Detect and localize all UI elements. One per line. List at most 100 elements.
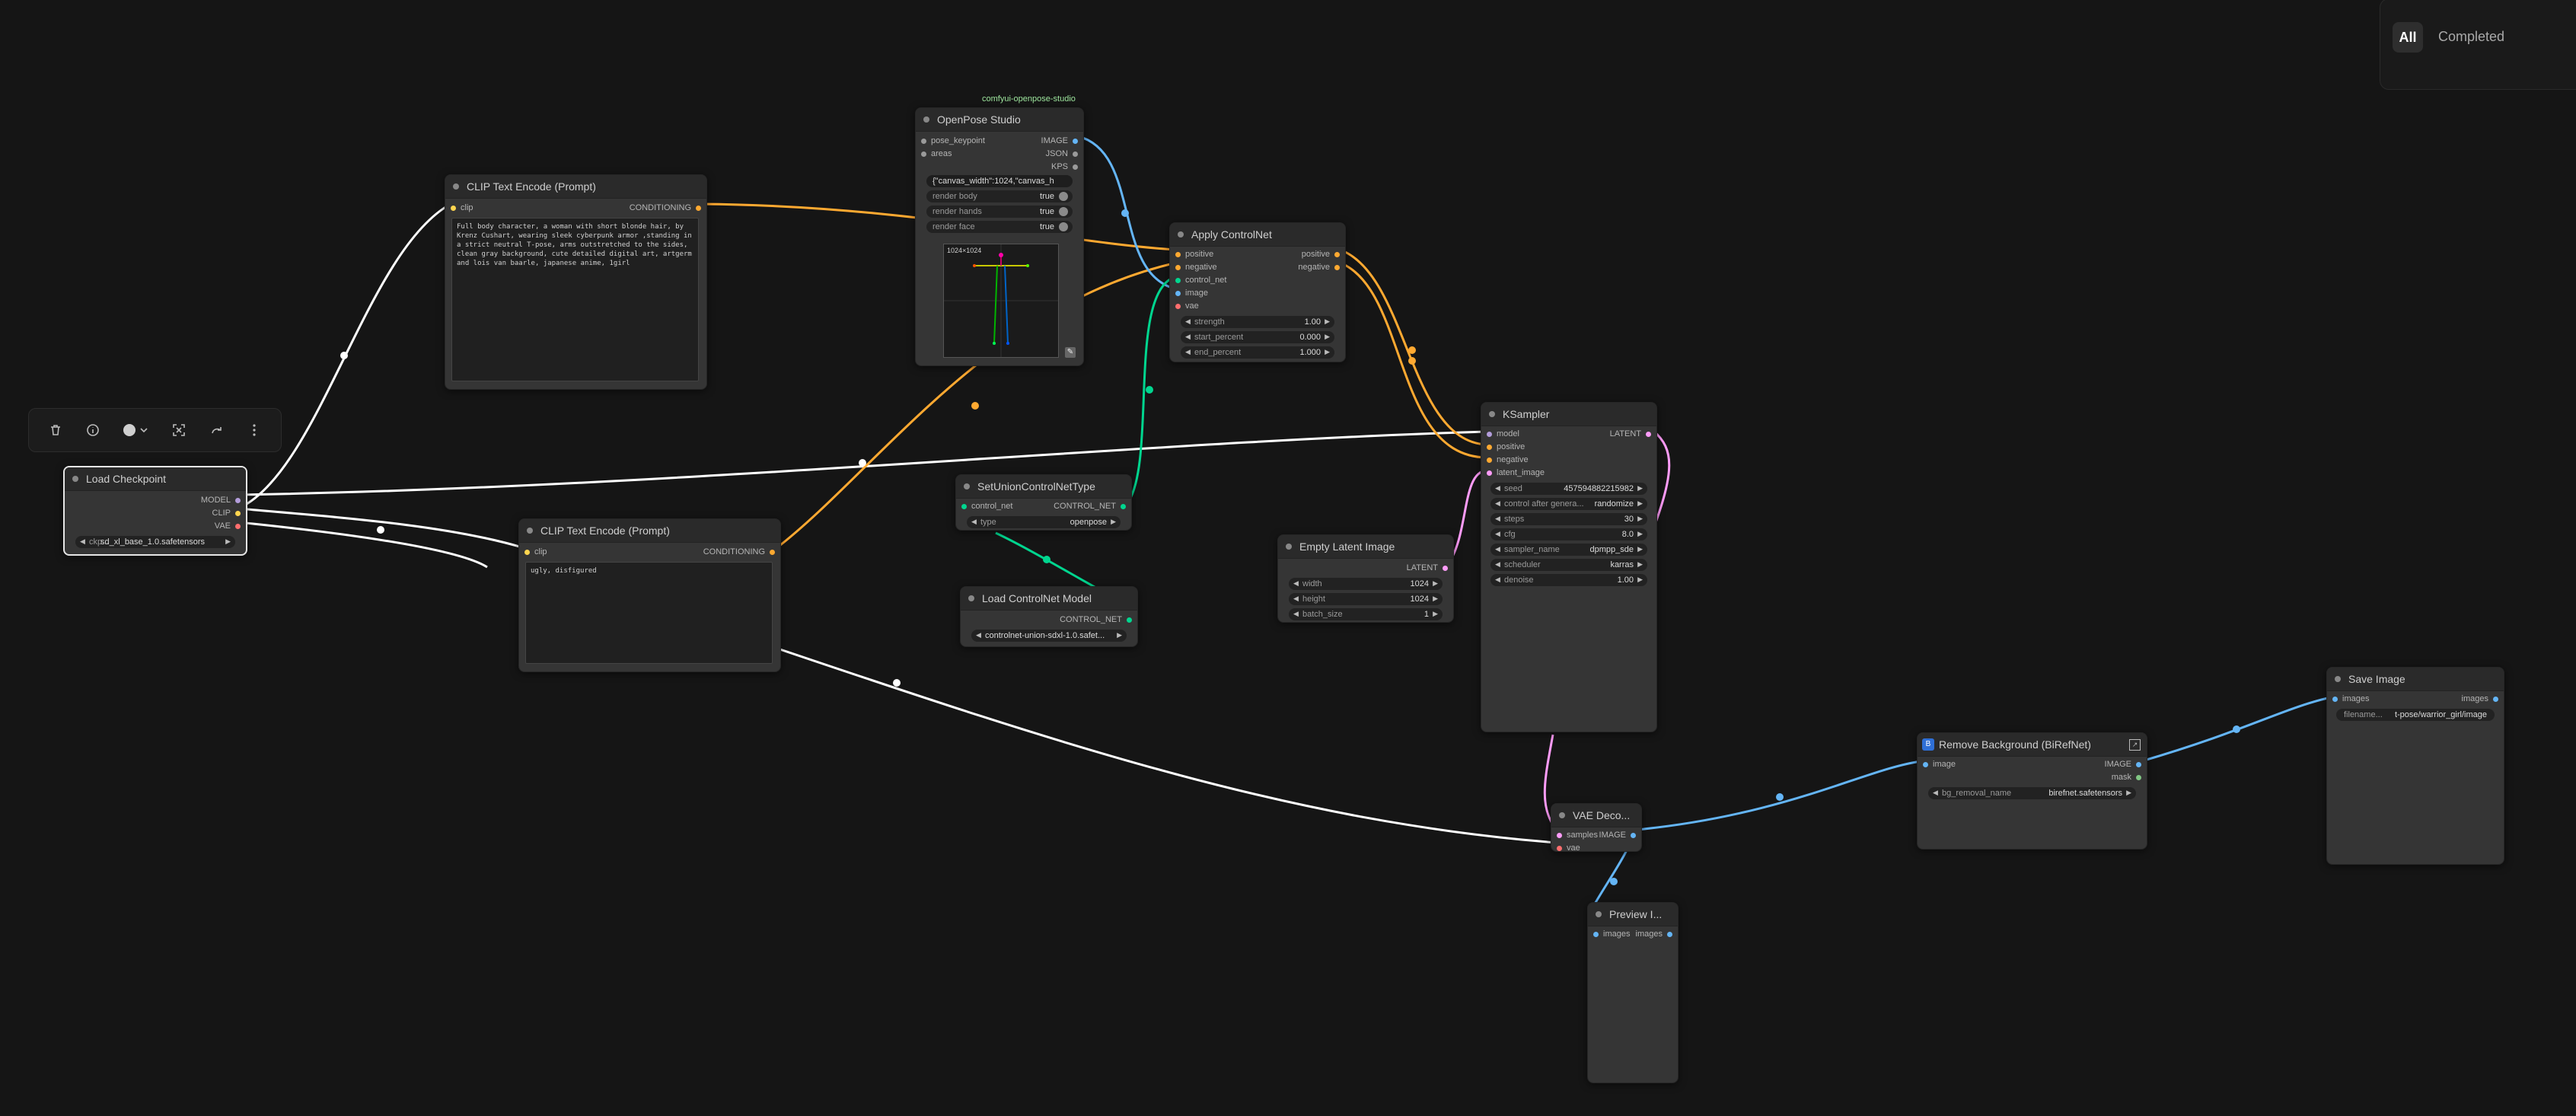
node-load-controlnet-model[interactable]: Load ControlNet Model CONTROL_NET ◀ contr… xyxy=(960,586,1138,647)
input-slot-control-net[interactable] xyxy=(1175,278,1181,283)
node-clip-negative[interactable]: CLIP Text Encode (Prompt) clip CONDITION… xyxy=(518,518,781,672)
pose-json-field[interactable]: {"canvas_width":1024,"canvas_h xyxy=(926,175,1073,187)
cfg-widget[interactable]: ◀ cfg 8.0 ▶ xyxy=(1490,528,1647,540)
node-empty-latent-image[interactable]: Empty Latent Image LATENT ◀ width 1024 ▶ ◀ h… xyxy=(1277,534,1454,623)
open-external-icon[interactable]: ↗ xyxy=(2129,739,2141,751)
output-slot-image[interactable] xyxy=(1073,139,1078,144)
toggle-knob-icon xyxy=(1059,222,1068,231)
input-slot-image[interactable] xyxy=(1923,762,1928,767)
node-remove-background[interactable]: B Remove Background (BiRefNet) ↗ image I… xyxy=(1917,732,2147,850)
input-slot-areas[interactable] xyxy=(921,151,926,157)
toggle-render-face[interactable]: render face true xyxy=(926,221,1073,233)
input-slot-images[interactable] xyxy=(1593,932,1599,937)
input-slot-control-net[interactable] xyxy=(961,504,967,509)
input-slot-negative[interactable] xyxy=(1487,458,1492,463)
output-slot-control-net[interactable] xyxy=(1121,504,1126,509)
collapse-dot[interactable] xyxy=(1489,411,1495,417)
more-button[interactable] xyxy=(241,417,267,443)
controlnet-name-combo[interactable]: ◀ controlnet-union-sdxl-1.0.safet... ▶ xyxy=(971,630,1127,642)
output-slot-images[interactable] xyxy=(2493,697,2498,702)
output-slot-conditioning[interactable] xyxy=(770,550,775,555)
end-percent-widget[interactable]: ◀ end_percent 1.000 ▶ xyxy=(1181,346,1334,359)
edit-pose-button[interactable]: ✎ xyxy=(1065,347,1076,358)
node-save-image[interactable]: Save Image images images filename... t-po… xyxy=(2326,667,2504,865)
redo-button[interactable] xyxy=(204,417,230,443)
delete-button[interactable] xyxy=(43,417,69,443)
collapse-dot[interactable] xyxy=(527,528,533,534)
bg-removal-name-combo[interactable]: ◀ bg_removal_name birefnet.safetensors ▶ xyxy=(1928,787,2136,799)
output-slot-latent[interactable] xyxy=(1646,432,1651,437)
node-clip-positive[interactable]: CLIP Text Encode (Prompt) clip CONDITION… xyxy=(445,174,707,390)
output-slot-latent[interactable] xyxy=(1443,566,1448,571)
control-after-generate-combo[interactable]: ◀ control after genera... randomize ▶ xyxy=(1490,498,1647,510)
type-combo[interactable]: ◀ type openpose ▶ xyxy=(967,516,1121,528)
collapse-dot[interactable] xyxy=(1178,231,1184,238)
collapse-dot[interactable] xyxy=(453,183,459,190)
height-widget[interactable]: ◀ height 1024 ▶ xyxy=(1289,593,1443,605)
input-slot-samples[interactable] xyxy=(1557,833,1562,838)
output-slot-conditioning[interactable] xyxy=(696,206,701,211)
prompt-textarea[interactable]: Full body character, a woman with short … xyxy=(451,218,699,381)
strength-widget[interactable]: ◀ strength 1.00 ▶ xyxy=(1181,316,1334,328)
seed-widget[interactable]: ◀ seed 457594882215982 ▶ xyxy=(1490,483,1647,495)
output-slot-images[interactable] xyxy=(1667,932,1672,937)
input-slot-latent-image[interactable] xyxy=(1487,470,1492,476)
node-load-checkpoint[interactable]: Load Checkpoint MODEL CLIP VAE ◀ ckp... … xyxy=(63,466,247,556)
collapse-dot[interactable] xyxy=(72,476,78,482)
output-slot-control-net[interactable] xyxy=(1127,617,1132,623)
collapse-dot[interactable] xyxy=(1286,544,1292,550)
tab-all[interactable]: All xyxy=(2393,22,2423,53)
toggle-render-body[interactable]: render body true xyxy=(926,190,1073,202)
start-percent-widget[interactable]: ◀ start_percent 0.000 ▶ xyxy=(1181,331,1334,343)
node-ksampler[interactable]: KSampler model LATENT positive negative … xyxy=(1481,402,1657,732)
input-slot-positive[interactable] xyxy=(1175,252,1181,257)
input-slot-vae[interactable] xyxy=(1175,304,1181,309)
output-label: MODEL xyxy=(200,496,231,505)
scheduler-combo[interactable]: ◀ scheduler karras ▶ xyxy=(1490,559,1647,571)
frame-nodes-button[interactable] xyxy=(166,417,192,443)
input-slot-pose-keypoint[interactable] xyxy=(921,139,926,144)
input-slot-positive[interactable] xyxy=(1487,445,1492,450)
output-slot-json[interactable] xyxy=(1073,151,1078,157)
node-set-union-controlnet-type[interactable]: SetUnionControlNetType control_net CONTR… xyxy=(955,474,1132,531)
collapse-dot[interactable] xyxy=(964,483,970,489)
filename-prefix-field[interactable]: filename... t-pose/warrior_girl/image xyxy=(2336,709,2495,721)
steps-widget[interactable]: ◀ steps 30 ▶ xyxy=(1490,513,1647,525)
collapse-dot[interactable] xyxy=(923,116,929,123)
output-slot-kps[interactable] xyxy=(1073,164,1078,170)
node-openpose-studio[interactable]: OpenPose Studio pose_keypoint IMAGE area… xyxy=(915,107,1084,366)
prompt-textarea[interactable]: ugly, disfigured xyxy=(525,562,773,664)
node-vae-decode[interactable]: VAE Deco... samples IMAGE vae xyxy=(1551,803,1642,852)
node-apply-controlnet[interactable]: Apply ControlNet positive positive negat… xyxy=(1169,222,1346,362)
denoise-widget[interactable]: ◀ denoise 1.00 ▶ xyxy=(1490,574,1647,586)
input-slot-images[interactable] xyxy=(2332,697,2338,702)
collapse-dot[interactable] xyxy=(2335,676,2341,682)
input-slot-vae[interactable] xyxy=(1557,846,1562,851)
output-slot-mask[interactable] xyxy=(2136,775,2141,780)
tab-completed[interactable]: Completed xyxy=(2438,29,2504,45)
batch-size-widget[interactable]: ◀ batch_size 1 ▶ xyxy=(1289,608,1443,620)
output-slot-vae[interactable] xyxy=(235,524,241,529)
output-slot-positive[interactable] xyxy=(1334,252,1340,257)
output-slot-model[interactable] xyxy=(235,498,241,503)
toggle-render-hands[interactable]: render hands true xyxy=(926,206,1073,218)
info-button[interactable] xyxy=(80,417,106,443)
pose-editor-canvas[interactable]: 1024×1024 xyxy=(943,244,1059,358)
output-slot-image[interactable] xyxy=(1631,833,1636,838)
ckpt-name-combo[interactable]: ◀ ckp... sd_xl_base_1.0.safetensors ▶ xyxy=(75,536,235,548)
width-widget[interactable]: ◀ width 1024 ▶ xyxy=(1289,578,1443,590)
output-slot-clip[interactable] xyxy=(235,511,241,516)
input-slot-image[interactable] xyxy=(1175,291,1181,296)
collapse-dot[interactable] xyxy=(1596,911,1602,917)
input-slot-negative[interactable] xyxy=(1175,265,1181,270)
output-slot-image[interactable] xyxy=(2136,762,2141,767)
collapse-dot[interactable] xyxy=(968,595,974,601)
input-slot-clip[interactable] xyxy=(451,206,456,211)
collapse-dot[interactable] xyxy=(1559,812,1565,818)
output-slot-negative[interactable] xyxy=(1334,265,1340,270)
node-preview-image[interactable]: Preview I... images images xyxy=(1587,902,1679,1083)
input-slot-model[interactable] xyxy=(1487,432,1492,437)
sampler-name-combo[interactable]: ◀ sampler_name dpmpp_sde ▶ xyxy=(1490,544,1647,556)
color-picker-button[interactable] xyxy=(118,417,155,443)
input-slot-clip[interactable] xyxy=(524,550,530,555)
